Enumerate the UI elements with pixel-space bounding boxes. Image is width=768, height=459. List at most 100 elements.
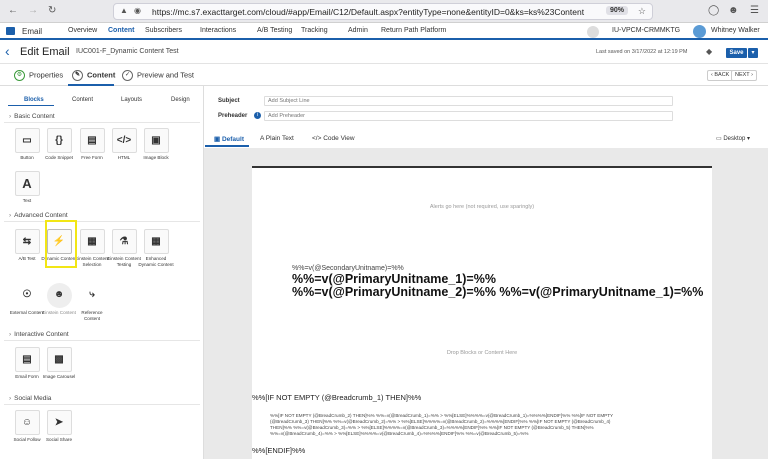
drop-zone[interactable]: Drop Blocks or Content Here <box>252 350 712 356</box>
nav-tracking[interactable]: Tracking <box>301 27 328 34</box>
carousel-icon: ▩ <box>46 347 72 372</box>
account-icon[interactable]: ☻ <box>728 5 739 16</box>
email-app-icon <box>6 27 15 35</box>
bookmark-star-icon[interactable]: ☆ <box>638 6 646 17</box>
block-label: Reference Content <box>81 310 103 321</box>
block-enhanced-dynamic[interactable]: ▦ Enhanced Dynamic Content <box>138 229 174 267</box>
block-einstein-selection[interactable]: ▦ Einstein Content Selection <box>74 229 110 267</box>
next-button[interactable]: NEXT › <box>731 70 757 81</box>
tab-preview[interactable]: ✓ Preview and Test <box>122 70 194 81</box>
app-navbar: Email Overview Content Subscribers Inter… <box>0 23 768 40</box>
block-html[interactable]: </> HTML <box>106 128 142 161</box>
section-advanced-content[interactable]: Advanced Content <box>9 212 67 219</box>
tag-icon[interactable]: ◆ <box>706 47 712 56</box>
block-code-snippet[interactable]: {} Code Snippet <box>41 128 77 161</box>
back-arrow-icon[interactable]: ← <box>8 5 18 16</box>
tab-content[interactable]: ✎ Content <box>72 70 115 81</box>
chevron-down-icon: ▾ <box>745 136 751 142</box>
save-dropdown-icon[interactable]: ▾ <box>748 48 758 58</box>
tab-properties-label: Properties <box>29 70 64 80</box>
app-name[interactable]: Email <box>22 27 42 36</box>
account-name[interactable]: IU-VPCM-CRMMKTG <box>612 27 680 34</box>
block-social-follow[interactable]: ☺ Social Follow <box>9 410 45 443</box>
block-external-content[interactable]: ☉ External Content <box>9 283 45 316</box>
subject-label: Subject <box>218 98 240 104</box>
tab-layouts[interactable]: Layouts <box>121 97 142 103</box>
braces-icon: {} <box>46 128 72 153</box>
secondary-unitname: %%=v(@SecondaryUnitname)=%% <box>292 265 404 272</box>
email-name[interactable]: IUC001-F_Dynamic Content Test <box>76 48 179 55</box>
block-label: Social Follow <box>13 437 41 442</box>
tab-content-label: Content <box>87 70 116 80</box>
block-label: Email Form <box>15 374 39 379</box>
section-interactive-content[interactable]: Interactive Content <box>9 331 69 338</box>
subject-input[interactable] <box>264 96 673 106</box>
einstein-selection-icon: ▦ <box>79 229 105 254</box>
block-reference-content[interactable]: ⤷ Reference Content <box>74 283 110 321</box>
preheader-label: Preheader <box>218 113 248 119</box>
nav-content[interactable]: Content <box>108 27 134 34</box>
block-label: HTML <box>117 155 131 160</box>
nav-interactions[interactable]: Interactions <box>200 27 236 34</box>
preheader-input[interactable] <box>264 111 673 121</box>
globe-icon: ☉ <box>22 289 32 300</box>
block-ab-test[interactable]: ⇆ A/B Test <box>9 229 45 262</box>
menu-icon[interactable]: ☰ <box>750 5 759 16</box>
back-chevron-icon[interactable]: ‹ <box>5 43 10 59</box>
primary-unitname-1: %%=v(@PrimaryUnitname_1)=%% <box>292 272 496 286</box>
button-icon: ▭ <box>14 128 40 153</box>
default-icon: ▣ <box>214 136 222 143</box>
block-image[interactable]: ▣ Image Block <box>138 128 174 161</box>
view-tab-plain-text[interactable]: A Plain Text <box>260 135 294 142</box>
block-email-form[interactable]: ▤ Email Form <box>9 347 45 380</box>
breadcrumb-code: %%[IF NOT EMPTY (@BreadCrumb_2) THEN]%% … <box>270 413 690 437</box>
block-label: A/B Test <box>18 256 36 261</box>
view-tab-code-label: Code View <box>323 135 355 142</box>
enhanced-dynamic-icon: ▦ <box>143 229 169 254</box>
block-free-form[interactable]: ▤ Free Form <box>74 128 110 161</box>
user-name[interactable]: Whitney Walker <box>711 27 760 34</box>
block-einstein-content[interactable]: ☻ Einstein Content <box>41 283 77 316</box>
primary-unitname-2: %%=v(@PrimaryUnitname_2)=%% %%=v(@Primar… <box>292 285 704 299</box>
nav-ab-testing[interactable]: A/B Testing <box>257 27 292 34</box>
pocket-icon[interactable]: ◯ <box>708 5 719 16</box>
content-icon: ✎ <box>72 70 83 81</box>
block-text[interactable]: A Text <box>9 171 45 204</box>
nav-overview[interactable]: Overview <box>68 27 97 34</box>
device-selector[interactable]: ▭ Desktop ▾ <box>716 135 750 142</box>
block-label: Image Block <box>143 155 169 160</box>
save-button[interactable]: Save <box>726 48 747 58</box>
forward-arrow-icon[interactable]: → <box>28 5 38 16</box>
blocks-panel: Blocks Content Layouts Design Basic Cont… <box>0 86 204 459</box>
social-follow-icon: ☺ <box>14 410 40 435</box>
text-icon: A <box>14 171 40 196</box>
tab-blocks[interactable]: Blocks <box>24 97 44 103</box>
code-view-icon: </> <box>312 135 324 142</box>
page-header: ‹ Edit Email IUC001-F_Dynamic Content Te… <box>0 40 768 64</box>
tab-design[interactable]: Design <box>171 97 190 103</box>
tab-properties[interactable]: ⚙ Properties <box>14 70 63 81</box>
block-social-share[interactable]: ➤ Social Share <box>41 410 77 443</box>
highlight-box <box>45 220 77 268</box>
view-tab-default[interactable]: ▣ Default <box>214 135 244 143</box>
tab-content-lib[interactable]: Content <box>72 97 93 103</box>
block-einstein-testing[interactable]: ⚗ Einstein Content Testing <box>106 229 142 267</box>
view-tab-code[interactable]: </> Code View <box>312 135 355 142</box>
zoom-level[interactable]: 90% <box>605 6 628 15</box>
section-basic-content[interactable]: Basic Content <box>9 113 54 120</box>
reload-icon[interactable]: ↻ <box>48 5 56 16</box>
block-label: Social Share <box>45 437 73 442</box>
back-button[interactable]: ‹ BACK <box>707 70 734 81</box>
address-bar[interactable]: ▲ ◉ https://mc.s7.exacttarget.com/cloud/… <box>113 3 653 20</box>
nav-admin[interactable]: Admin <box>348 27 368 34</box>
email-content[interactable]: Alerts go here (not required, use sparin… <box>252 166 712 459</box>
section-social-media[interactable]: Social Media <box>9 395 51 402</box>
block-image-carousel[interactable]: ▩ Image Carousel <box>41 347 77 380</box>
block-button[interactable]: ▭ Button <box>9 128 45 161</box>
step-tabs: ⚙ Properties ✎ Content ✓ Preview and Test ‹… <box>0 64 768 86</box>
reference-icon: ⤷ <box>89 289 95 300</box>
info-icon[interactable]: i <box>254 112 261 119</box>
nav-subscribers[interactable]: Subscribers <box>145 27 182 34</box>
image-icon: ▣ <box>143 128 169 153</box>
nav-return-path[interactable]: Return Path Platform <box>381 27 446 34</box>
